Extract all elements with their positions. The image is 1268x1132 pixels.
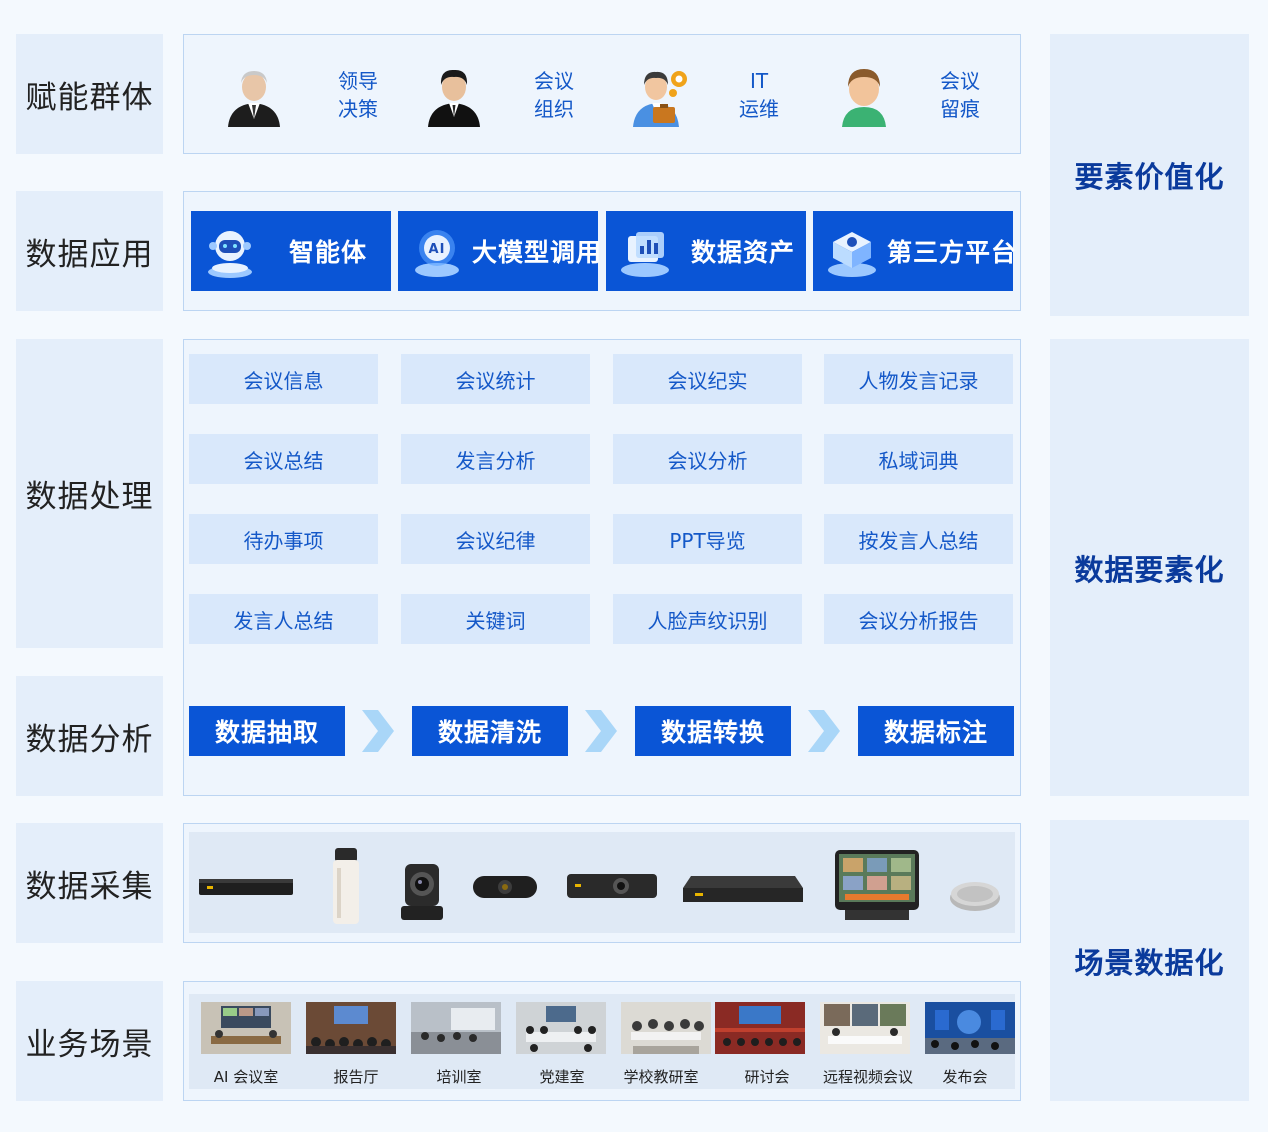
app-button-data-assets[interactable]: 数据资产 xyxy=(606,211,806,291)
processing-item[interactable]: PPT导览 xyxy=(613,514,802,564)
processing-item[interactable]: 会议信息 xyxy=(189,354,378,404)
chevron-right-icon xyxy=(585,710,617,752)
persona-label-line2: 组织 xyxy=(534,97,574,121)
platform-icon xyxy=(828,232,876,277)
processing-item[interactable]: 会议总结 xyxy=(189,434,378,484)
processing-item[interactable]: 会议分析 xyxy=(613,434,802,484)
scene-photo-auditorium[interactable] xyxy=(306,1002,396,1058)
left-label-data-collection: 数据采集 xyxy=(16,823,163,943)
senior-leader-avatar-icon xyxy=(228,71,280,127)
scene-label: AI 会议室 xyxy=(213,1068,279,1086)
left-label-data-processing: 数据处理 xyxy=(16,339,163,648)
processing-item[interactable]: 人物发言记录 xyxy=(824,354,1013,404)
left-label-data-analysis: 数据分析 xyxy=(16,676,163,796)
host-box-icon xyxy=(199,879,293,895)
persona-records: 会议 留痕 xyxy=(832,63,980,127)
scene-label: 发布会 xyxy=(942,1068,988,1086)
persona-label-line2: 留痕 xyxy=(940,97,980,121)
scene-label: 党建室 xyxy=(539,1068,585,1086)
ai-model-icon: AI xyxy=(415,230,459,277)
touch-panel-icon xyxy=(835,850,919,920)
scene-label: 学校教研室 xyxy=(623,1068,699,1086)
scene-photo-ai-room[interactable] xyxy=(201,1002,291,1058)
scene-photo-remote-video[interactable] xyxy=(820,1002,910,1058)
data-application-panel: 智能体 AI 大模型调用 数据资产 第三方平台 xyxy=(183,191,1021,311)
persona-label-line1: 会议 xyxy=(940,69,980,93)
processing-item[interactable]: 待办事项 xyxy=(189,514,378,564)
data-asset-icon xyxy=(621,232,669,277)
scene-label: 研讨会 xyxy=(744,1068,790,1086)
cylinder-mic-icon xyxy=(333,848,359,924)
data-collection-panel xyxy=(183,823,1021,943)
left-label-empowered-groups: 赋能群体 xyxy=(16,34,163,154)
analysis-step-clean[interactable]: 数据清洗 xyxy=(412,706,568,756)
meeting-room-image xyxy=(201,1002,291,1054)
server-box-icon xyxy=(683,876,803,902)
app-label: 数据资产 xyxy=(690,238,795,267)
business-scenes-panel: AI 会议室 报告厅 培训室 党建室 学校教研室 研讨会 远程视频会议 发布会 xyxy=(183,981,1021,1101)
persona-label-line2: 运维 xyxy=(739,97,779,121)
processing-item[interactable]: 发言分析 xyxy=(401,434,590,484)
robot-icon xyxy=(208,231,252,278)
training-room-image xyxy=(411,1002,501,1054)
persona-leader: 领导 决策 xyxy=(222,63,378,127)
scene-label: 远程视频会议 xyxy=(822,1068,913,1086)
app-label: 第三方平台 xyxy=(887,238,1018,267)
persona-label-line1: IT xyxy=(749,69,769,93)
processing-item[interactable]: 会议统计 xyxy=(401,354,590,404)
chevron-right-icon xyxy=(362,710,394,752)
processing-analysis-panel: 会议信息 会议统计 会议纪实 人物发言记录 会议总结 发言分析 会议分析 私域词… xyxy=(183,339,1021,796)
scene-photo-school[interactable] xyxy=(621,1002,711,1058)
scene-photo-party-room[interactable] xyxy=(516,1002,606,1058)
analysis-step-transform[interactable]: 数据转换 xyxy=(635,706,791,756)
processing-item[interactable]: 按发言人总结 xyxy=(824,514,1013,564)
speakerphone-icon xyxy=(950,882,1000,911)
scene-photo-launch[interactable] xyxy=(925,1002,1015,1058)
chevron-right-icon xyxy=(808,710,840,752)
svg-text:AI: AI xyxy=(429,242,446,257)
persona-organizer: 会议 组织 xyxy=(422,63,574,127)
app-button-agent[interactable]: 智能体 xyxy=(191,211,391,291)
party-room-image xyxy=(516,1002,606,1054)
right-label-elementization: 数据要素化 xyxy=(1050,339,1249,796)
app-button-llm[interactable]: AI 大模型调用 xyxy=(398,211,601,291)
launch-event-image xyxy=(925,1002,1015,1054)
video-bar-icon xyxy=(567,874,657,898)
persona-label-line1: 领导 xyxy=(338,69,378,93)
processing-item[interactable]: 私域词典 xyxy=(824,434,1013,484)
processing-item[interactable]: 关键词 xyxy=(401,594,590,644)
processing-item[interactable]: 会议纪律 xyxy=(401,514,590,564)
personas-panel: 领导 决策 会议 组织 IT 运维 会议 留痕 xyxy=(183,34,1021,154)
app-label: 大模型调用 xyxy=(472,238,603,267)
scene-photo-seminar[interactable] xyxy=(715,1002,805,1058)
persona-it-ops: IT 运维 xyxy=(629,63,779,127)
businessman-avatar-icon xyxy=(428,69,480,127)
left-label-data-application: 数据应用 xyxy=(16,191,163,311)
remote-video-image xyxy=(820,1002,910,1054)
ptz-camera-icon xyxy=(401,864,443,920)
seminar-image xyxy=(715,1002,805,1054)
left-label-business-scenes: 业务场景 xyxy=(16,981,163,1101)
user-avatar-icon xyxy=(842,69,886,127)
persona-label-line1: 会议 xyxy=(534,69,574,93)
analysis-step-extract[interactable]: 数据抽取 xyxy=(189,706,345,756)
processing-item[interactable]: 会议纪实 xyxy=(613,354,802,404)
processing-item[interactable]: 会议分析报告 xyxy=(824,594,1013,644)
scene-label: 培训室 xyxy=(436,1068,482,1086)
analysis-step-label[interactable]: 数据标注 xyxy=(858,706,1014,756)
scene-label: 报告厅 xyxy=(333,1068,379,1086)
processing-item[interactable]: 发言人总结 xyxy=(189,594,378,644)
persona-label-line2: 决策 xyxy=(338,97,378,121)
it-engineer-avatar-icon xyxy=(633,71,687,127)
device-strip xyxy=(189,832,1015,933)
right-label-scene-data: 场景数据化 xyxy=(1050,820,1249,1101)
school-room-image xyxy=(621,1002,711,1054)
processing-item[interactable]: 人脸声纹识别 xyxy=(613,594,802,644)
auditorium-image xyxy=(306,1002,396,1054)
right-label-value: 要素价值化 xyxy=(1050,34,1249,316)
app-button-third-party[interactable]: 第三方平台 xyxy=(813,211,1016,291)
app-label: 智能体 xyxy=(288,238,367,267)
scene-photo-training[interactable] xyxy=(411,1002,501,1058)
webcam-icon xyxy=(473,876,537,898)
